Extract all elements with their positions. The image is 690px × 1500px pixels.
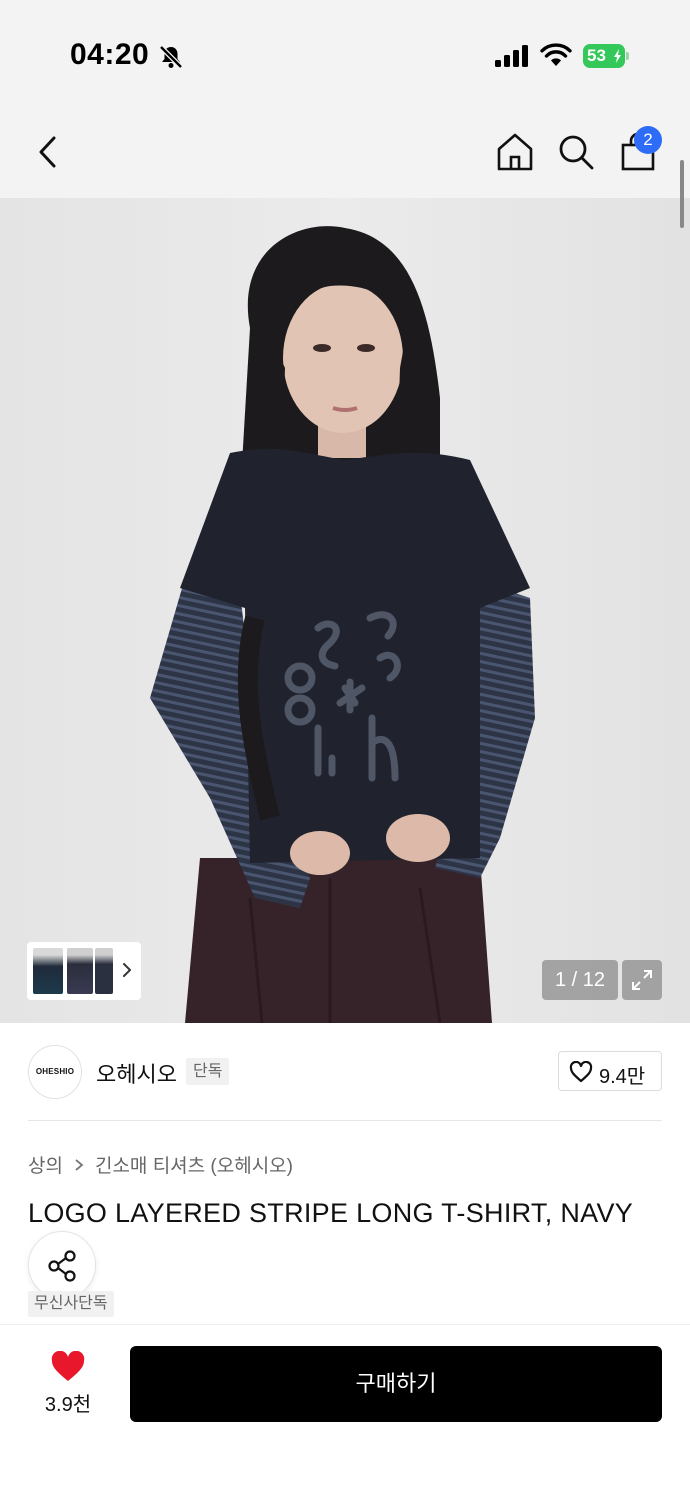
bottom-action-bar: 3.9천 구매하기 bbox=[0, 1324, 690, 1500]
share-button[interactable] bbox=[28, 1231, 96, 1299]
status-time: 04:20 bbox=[70, 38, 150, 71]
status-bar: 04:20 53 bbox=[0, 0, 690, 110]
heart-outline-icon bbox=[569, 1061, 593, 1083]
battery-charging-icon: 53 bbox=[583, 44, 629, 68]
wishlist-count: 3.9천 bbox=[44, 1394, 92, 1416]
thumbnail-2[interactable] bbox=[67, 948, 93, 994]
wifi-icon bbox=[540, 43, 572, 66]
breadcrumb-category[interactable]: 상의 bbox=[28, 1151, 63, 1178]
brand-row: OHESHIO 오헤시오 단독 9.4만 bbox=[0, 1023, 690, 1121]
thumbnail-1[interactable] bbox=[33, 948, 63, 994]
heart-filled-icon[interactable] bbox=[50, 1351, 86, 1383]
brand-like-count: 9.4만 bbox=[599, 1066, 646, 1088]
battery-level: 53 bbox=[587, 46, 606, 65]
breadcrumb: 상의 긴소매 티셔츠 (오헤시오) bbox=[28, 1151, 293, 1178]
product-image-gallery[interactable]: 1 / 12 bbox=[0, 198, 690, 1023]
product-title: LOGO LAYERED STRIPE LONG T-SHIRT, NAVY bbox=[28, 1198, 634, 1228]
home-icon[interactable] bbox=[495, 132, 535, 172]
top-navigation: 2 bbox=[0, 110, 690, 198]
chevron-right-icon bbox=[75, 1158, 84, 1171]
image-page-counter: 1 / 12 bbox=[542, 960, 618, 1000]
expand-icon bbox=[632, 970, 652, 990]
expand-image-button[interactable] bbox=[622, 960, 662, 1000]
product-photo bbox=[150, 226, 535, 1023]
thumbnail-strip[interactable] bbox=[27, 942, 141, 1000]
search-icon[interactable] bbox=[556, 132, 596, 172]
scrollbar-thumb[interactable] bbox=[680, 160, 684, 228]
chevron-left-icon[interactable] bbox=[30, 132, 66, 172]
share-icon bbox=[48, 1250, 76, 1282]
brand-like-button[interactable]: 9.4만 bbox=[558, 1051, 662, 1091]
divider bbox=[28, 1120, 662, 1121]
brand-logo[interactable]: OHESHIO bbox=[28, 1045, 82, 1099]
breadcrumb-subcategory[interactable]: 긴소매 티셔츠 (오헤시오) bbox=[95, 1151, 293, 1178]
bell-slash-icon bbox=[159, 45, 183, 69]
musinsa-exclusive-tag: 무신사단독 bbox=[28, 1291, 114, 1317]
brand-name[interactable]: 오헤시오 bbox=[96, 1057, 177, 1089]
buy-button[interactable]: 구매하기 bbox=[130, 1346, 662, 1422]
chevron-right-icon[interactable] bbox=[121, 960, 133, 980]
cellular-signal-icon bbox=[495, 45, 528, 67]
cart-count-badge: 2 bbox=[634, 126, 662, 154]
thumbnail-3[interactable] bbox=[95, 948, 113, 994]
exclusive-badge: 단독 bbox=[186, 1058, 230, 1085]
